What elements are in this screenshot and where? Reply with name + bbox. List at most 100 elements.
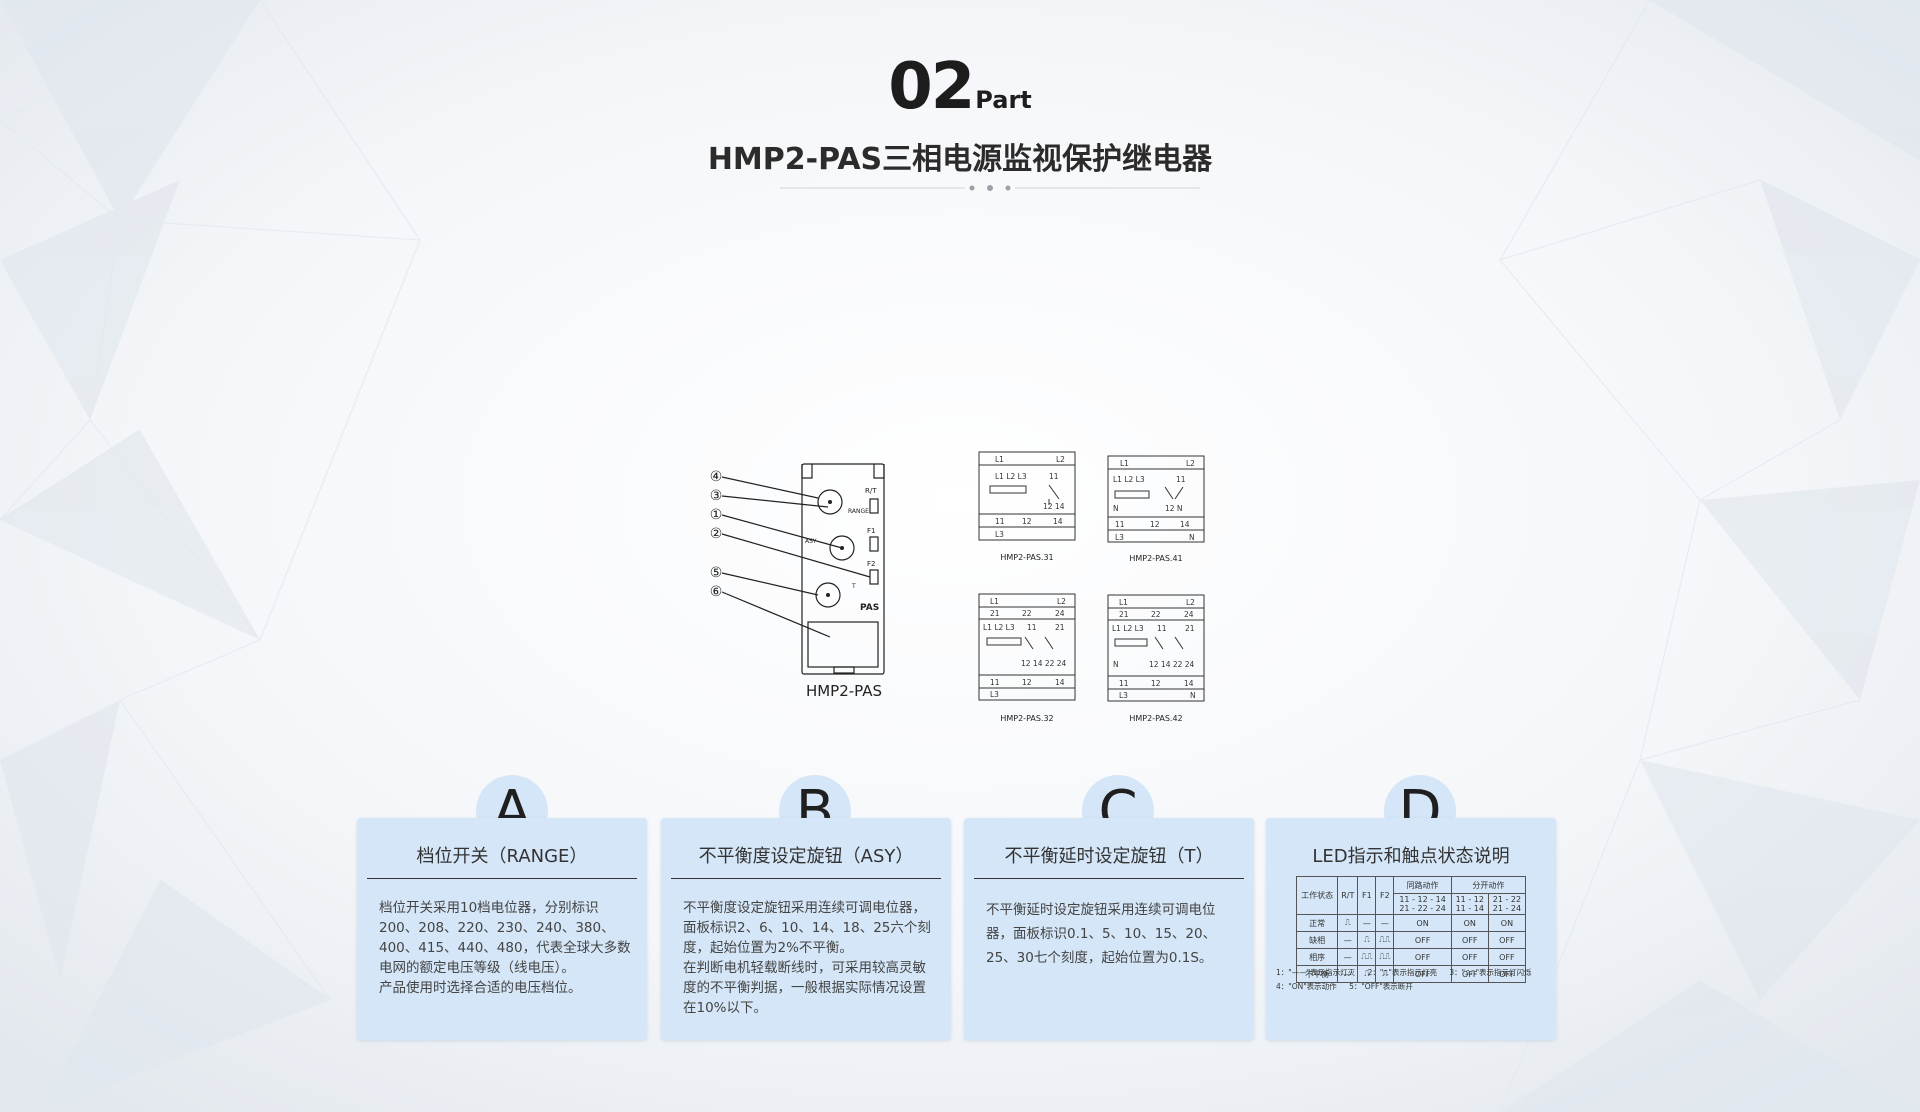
card-body: 不平衡延时设定旋钮采用连续可调电位器，面板标识0.1、5、10、15、20、25… — [986, 898, 1238, 970]
table-header: 分开动作 — [1450, 876, 1527, 894]
card-paragraph: 不平衡延时设定旋钮采用连续可调电位器，面板标识0.1、5、10、15、20、25… — [986, 902, 1217, 966]
svg-text:14: 14 — [1184, 679, 1194, 688]
callout-3: ③ — [710, 488, 723, 504]
svg-text:22: 22 — [1022, 609, 1032, 618]
table-cell: ⎍ — [1357, 931, 1377, 949]
svg-text:N: N — [1189, 533, 1195, 542]
svg-text:21: 21 — [990, 609, 1000, 618]
svg-text:L2: L2 — [1186, 598, 1195, 607]
svg-text:11: 11 — [1157, 624, 1167, 633]
table-cell: ⎍⎍ — [1357, 948, 1377, 966]
note: 1："——"表示指示灯灭 — [1276, 968, 1356, 977]
table-cell: 缺相 — [1295, 931, 1339, 949]
card-t: 不平衡延时设定旋钮（T） 不平衡延时设定旋钮采用连续可调电位器，面板标识0.1、… — [964, 818, 1254, 1040]
table-cell: — — [1357, 914, 1377, 932]
title-divider — [780, 185, 1200, 191]
card-led: LED指示和触点状态说明 工作状态 R/T F1 F2 同路动作 分开动作 11… — [1266, 818, 1556, 1040]
rt-led-label: R/T — [865, 487, 877, 495]
note: 3："⎍⎍"表示指示灯闪烁 — [1449, 968, 1532, 977]
svg-text:L1: L1 — [1120, 459, 1129, 468]
table-cell: 正常 — [1295, 914, 1339, 932]
card-paragraph: 产品使用时选择合适的电压档位。 — [379, 980, 582, 996]
relay-front-diagram: ④ ③ ① ② ⑤ ⑥ RANGE ASY T R/T F1 F2 PAS HM… — [710, 463, 885, 700]
svg-text:22: 22 — [1151, 610, 1161, 619]
table-cell: OFF — [1487, 948, 1527, 966]
card-asy: 不平衡度设定旋钮（ASY） 不平衡度设定旋钮采用连续可调电位器，面板标识2、6、… — [661, 818, 951, 1040]
svg-text:L1: L1 — [1119, 598, 1128, 607]
callout-6: ⑥ — [710, 584, 723, 600]
svg-text:12: 12 — [1022, 517, 1032, 526]
table-cell: ON — [1487, 914, 1527, 932]
svg-text:14: 14 — [1180, 520, 1190, 529]
svg-text:12: 12 — [1022, 678, 1032, 687]
note: 2："⎍"表示指示灯亮 — [1367, 968, 1437, 977]
svg-text:12 N: 12 N — [1165, 504, 1183, 513]
card-divider — [974, 878, 1244, 879]
card-paragraph: 在判断电机轻载断线时，可采用较高灵敏度的不平衡判据，一般根据实际情况设置在10%… — [683, 960, 926, 1016]
table-cell: ⎍⎍ — [1375, 948, 1395, 966]
svg-text:11: 11 — [1027, 623, 1037, 632]
wiring-diagrams: L1 L2 L1 L2 L3 11 12 14 11 12 14 L3 L1 L2 L1 … — [978, 451, 1205, 723]
table-subheader: 11 - 12 - 14 21 - 22 - 24 — [1393, 893, 1452, 915]
svg-text:N: N — [1190, 691, 1196, 700]
part-label: Part — [975, 86, 1032, 114]
page-title: HMP2-PAS三相电源监视保护继电器 — [707, 142, 1213, 177]
table-header: 工作状态 — [1295, 876, 1339, 915]
table-cell: OFF — [1393, 948, 1452, 966]
svg-text:11: 11 — [1049, 472, 1059, 481]
card-title: 不平衡延时设定旋钮（T） — [1004, 846, 1214, 867]
table-cell: ON — [1450, 914, 1489, 932]
svg-text:L2: L2 — [1186, 459, 1195, 468]
table-cell: — — [1337, 948, 1359, 966]
callout-2: ② — [710, 526, 723, 542]
card-paragraph: 不平衡度设定旋钮采用连续可调电位器，面板标识2、6、10、14、18、25六个刻… — [683, 900, 931, 956]
pas-face-label: PAS — [860, 603, 879, 613]
svg-text:12 14 22 24: 12 14 22 24 — [1149, 660, 1195, 669]
svg-text:L2: L2 — [1057, 597, 1066, 606]
svg-text:24: 24 — [1055, 609, 1065, 618]
model-label-31: HMP2-PAS.31 — [1000, 553, 1053, 562]
svg-text:11: 11 — [1119, 679, 1129, 688]
part-number: 02 — [888, 50, 975, 124]
svg-text:11: 11 — [995, 517, 1005, 526]
table-header: 同路动作 — [1393, 876, 1452, 894]
table-cell: OFF — [1450, 931, 1489, 949]
card-title: 档位开关（RANGE） — [416, 846, 588, 867]
card-body: 不平衡度设定旋钮采用连续可调电位器，面板标识2、6、10、14、18、25六个刻… — [683, 898, 935, 1018]
card-body: 档位开关采用10档电位器，分别标识200、208、220、230、240、380… — [379, 898, 631, 998]
svg-text:L3: L3 — [1115, 533, 1124, 542]
svg-text:L1: L1 — [995, 455, 1004, 464]
callout-1: ① — [710, 507, 723, 523]
card-paragraph: 档位开关采用10档电位器，分别标识200、208、220、230、240、380… — [379, 900, 631, 976]
svg-text:L3: L3 — [1119, 691, 1128, 700]
svg-text:12: 12 — [1150, 520, 1160, 529]
card-range: 档位开关（RANGE） 档位开关采用10档电位器，分别标识200、208、220… — [357, 818, 647, 1040]
table-header: F2 — [1375, 876, 1395, 915]
part-number-heading: 02Part — [0, 50, 1920, 124]
svg-text:11: 11 — [990, 678, 1000, 687]
table-cell: — — [1375, 914, 1395, 932]
svg-text:21: 21 — [1119, 610, 1129, 619]
svg-text:L1 L2 L3: L1 L2 L3 — [983, 623, 1015, 632]
svg-text:11: 11 — [1115, 520, 1125, 529]
svg-text:14: 14 — [1053, 517, 1063, 526]
card-title: LED指示和触点状态说明 — [1312, 846, 1510, 867]
table-row: 相序 — ⎍⎍ ⎍⎍ OFF OFF OFF — [1295, 948, 1527, 966]
relay-model-label: HMP2-PAS — [806, 682, 882, 700]
svg-text:12: 12 — [1151, 679, 1161, 688]
card-divider — [367, 878, 637, 879]
f2-led-label: F2 — [867, 560, 875, 568]
svg-text:21: 21 — [1185, 624, 1195, 633]
table-row: 缺相 — ⎍ ⎍⎍ OFF OFF OFF — [1295, 931, 1527, 949]
svg-text:11: 11 — [1176, 475, 1186, 484]
table-subheader: 11 - 12 11 - 14 — [1450, 893, 1489, 915]
note: 4："ON"表示动作 — [1276, 982, 1337, 991]
svg-text:N: N — [1113, 504, 1119, 513]
table-row: 正常 ⎍ — — ON ON ON — [1295, 914, 1527, 932]
led-table-notes: 1："——"表示指示灯灭 2："⎍"表示指示灯亮 3："⎍⎍"表示指示灯闪烁 4… — [1276, 966, 1556, 994]
t-label: T — [851, 583, 856, 590]
table-header: F1 — [1357, 876, 1377, 915]
card-divider — [671, 878, 941, 879]
svg-text:L1 L2 L3: L1 L2 L3 — [995, 472, 1027, 481]
svg-text:12 14 22 24: 12 14 22 24 — [1021, 659, 1067, 668]
